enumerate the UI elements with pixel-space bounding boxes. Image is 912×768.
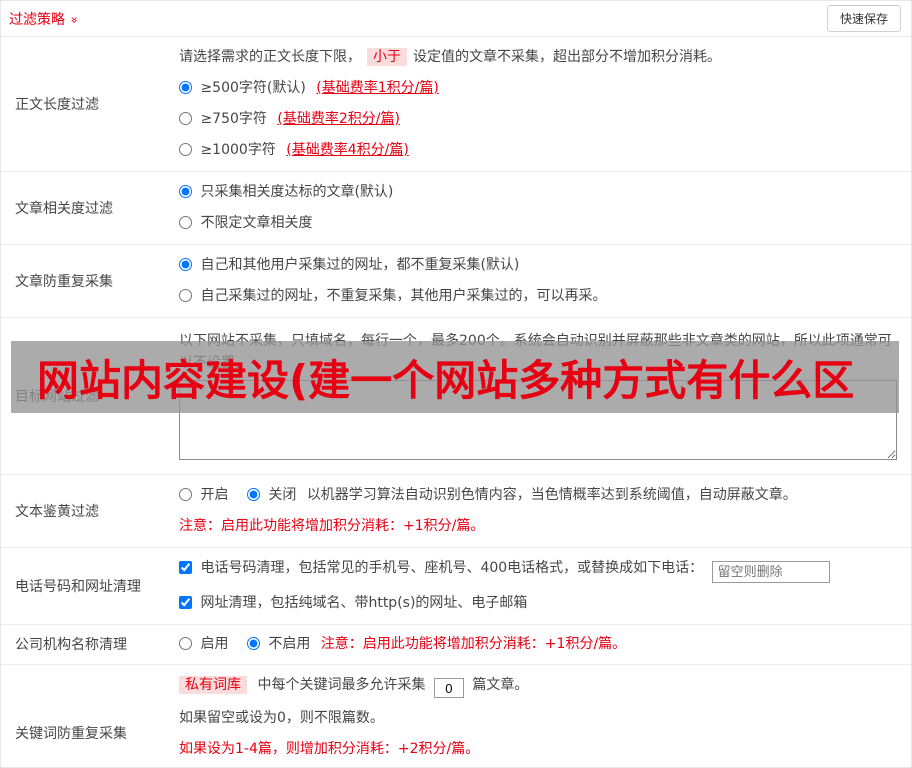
row-phone-url-cleanup: 电话号码和网址清理 电话号码清理，包括常见的手机号、座机号、400电话格式，或替… bbox=[1, 548, 911, 625]
porn-radio-on[interactable] bbox=[179, 488, 192, 501]
relevance-radio-strict[interactable] bbox=[179, 185, 192, 198]
length-option-750-label: ≥750字符 bbox=[200, 111, 267, 127]
phone-cleanup-option[interactable]: 电话号码清理，包括常见的手机号、座机号、400电话格式，或替换成如下电话： bbox=[179, 560, 708, 576]
porn-radio-off[interactable] bbox=[246, 488, 260, 501]
phone-cleanup-checkbox[interactable] bbox=[179, 561, 192, 574]
length-option-1000-label: ≥1000字符 bbox=[200, 142, 276, 158]
section-title: 过滤策略 bbox=[9, 11, 65, 28]
porn-filter-label: 文本鉴黄过滤 bbox=[15, 504, 99, 520]
relevance-radio-any[interactable] bbox=[179, 216, 192, 229]
porn-filter-note: 注意：启用此功能将增加积分消耗：+1积分/篇。 bbox=[179, 518, 485, 534]
company-cleanup-label: 公司机构名称清理 bbox=[15, 637, 127, 653]
dedup-option-global-label: 自己和其他用户采集过的网址，都不重复采集(默认) bbox=[200, 257, 520, 273]
row-company-cleanup: 公司机构名称清理 启用 不启用 注意：启用此功能将增加积分消耗：+1积分/篇。 bbox=[1, 625, 911, 665]
length-option-1000[interactable]: ≥1000字符 (基础费率4积分/篇) bbox=[179, 142, 409, 158]
porn-option-off[interactable]: 关闭 bbox=[246, 487, 301, 503]
dedup-option-global[interactable]: 自己和其他用户采集过的网址，都不重复采集(默认) bbox=[179, 257, 519, 273]
company-option-on-label: 启用 bbox=[200, 635, 229, 652]
phone-cleanup-label: 电话号码清理，包括常见的手机号、座机号、400电话格式，或替换成如下电话： bbox=[200, 560, 704, 576]
watermark-overlay: 网站内容建设(建一个网站多种方式有什么区 bbox=[11, 341, 899, 413]
length-filter-desc: 请选择需求的正文长度下限， 小于 设定值的文章不采集，超出部分不增加积分消耗。 bbox=[179, 48, 721, 66]
company-option-off[interactable]: 不启用 bbox=[246, 635, 315, 652]
length-option-750-note: (基础费率2积分/篇) bbox=[277, 111, 400, 127]
dedup-radio-global[interactable] bbox=[179, 258, 192, 271]
company-option-on[interactable]: 启用 bbox=[179, 636, 233, 652]
length-option-500-note: (基础费率1积分/篇) bbox=[316, 80, 439, 96]
keyword-max-count-input[interactable] bbox=[433, 678, 464, 698]
length-option-500-label: ≥500字符(默认) bbox=[200, 80, 306, 96]
porn-filter-desc: 以机器学习算法自动识别色情内容，当色情概率达到系统阈值，自动屏蔽文章。 bbox=[306, 487, 797, 503]
quick-save-button[interactable]: 快速保存 bbox=[826, 5, 901, 32]
keyword-dedup-label: 关键词防重复采集 bbox=[15, 725, 127, 742]
company-radio-on[interactable] bbox=[179, 636, 192, 650]
url-cleanup-option[interactable]: 网址清理，包括纯域名、带http(s)的网址、电子邮箱 bbox=[179, 595, 527, 611]
length-option-500[interactable]: ≥500字符(默认) (基础费率1积分/篇) bbox=[179, 80, 439, 96]
relevance-option-strict[interactable]: 只采集相关度达标的文章(默认) bbox=[179, 184, 393, 200]
replacement-phone-input[interactable] bbox=[711, 560, 830, 583]
row-keyword-dedup: 关键词防重复采集 私有词库 中每个关键词最多允许采集 篇文章。 如果留空或设为0… bbox=[1, 665, 911, 768]
url-cleanup-checkbox[interactable] bbox=[179, 595, 192, 609]
filter-settings-panel: 过滤策略 » 快速保存 正文长度过滤 请选择需求的正文长度下限， 小于 设定值的文章… bbox=[0, 0, 912, 768]
row-porn-filter: 文本鉴黄过滤 开启 关闭 以机器学习算法自动识别色情内容，当色情概率达到系统阈值… bbox=[1, 475, 911, 548]
dedup-option-own-label: 自己采集过的网址，不重复采集，其他用户采集过的，可以再采。 bbox=[200, 288, 607, 304]
dedup-option-own[interactable]: 自己采集过的网址，不重复采集，其他用户采集过的，可以再采。 bbox=[179, 288, 606, 304]
dedup-filter-label: 文章防重复采集 bbox=[15, 274, 113, 290]
length-radio-1000[interactable] bbox=[179, 143, 192, 156]
length-option-750[interactable]: ≥750字符 (基础费率2积分/篇) bbox=[179, 111, 400, 127]
relevance-option-any[interactable]: 不限定文章相关度 bbox=[179, 215, 312, 231]
porn-option-off-label: 关闭 bbox=[268, 487, 297, 503]
less-than-highlight: 小于 bbox=[367, 48, 407, 66]
dedup-radio-own[interactable] bbox=[179, 289, 192, 302]
row-relevance-filter: 文章相关度过滤 只采集相关度达标的文章(默认) 不限定文章相关度 bbox=[1, 172, 911, 245]
length-filter-label: 正文长度过滤 bbox=[15, 97, 99, 113]
length-option-1000-note: (基础费率4积分/篇) bbox=[286, 142, 409, 158]
company-option-off-label: 不启用 bbox=[268, 635, 311, 652]
length-radio-500[interactable] bbox=[179, 81, 192, 94]
porn-option-on-label: 开启 bbox=[200, 487, 229, 503]
company-cleanup-note: 注意：启用此功能将增加积分消耗：+1积分/篇。 bbox=[320, 635, 627, 652]
porn-option-on[interactable]: 开启 bbox=[179, 487, 233, 503]
watermark-text: 网站内容建设(建一个网站多种方式有什么区 bbox=[37, 355, 855, 405]
row-dedup-filter: 文章防重复采集 自己和其他用户采集过的网址，都不重复采集(默认) 自己采集过的网… bbox=[1, 245, 911, 318]
keyword-note-zero: 如果留空或设为0，则不限篇数。 bbox=[179, 710, 384, 726]
relevance-option-any-label: 不限定文章相关度 bbox=[200, 215, 313, 231]
length-radio-750[interactable] bbox=[179, 112, 192, 125]
private-lexicon-highlight: 私有词库 bbox=[179, 675, 247, 694]
url-cleanup-label: 网址清理，包括纯域名、带http(s)的网址、电子邮箱 bbox=[200, 594, 528, 611]
keyword-limit-unit: 篇文章。 bbox=[472, 676, 529, 693]
relevance-filter-label: 文章相关度过滤 bbox=[15, 201, 113, 217]
phone-url-cleanup-label: 电话号码和网址清理 bbox=[15, 578, 141, 595]
keyword-note-cost: 如果设为1-4篇，则增加积分消耗：+2积分/篇。 bbox=[179, 741, 480, 757]
row-length-filter: 正文长度过滤 请选择需求的正文长度下限， 小于 设定值的文章不采集，超出部分不增加积… bbox=[1, 37, 911, 172]
double-chevron-down-icon: » bbox=[68, 15, 83, 24]
relevance-option-strict-label: 只采集相关度达标的文章(默认) bbox=[200, 184, 394, 200]
keyword-limit-text: 中每个关键词最多允许采集 bbox=[257, 676, 426, 693]
section-title-toggle[interactable]: 过滤策略 » bbox=[9, 9, 83, 29]
panel-header: 过滤策略 » 快速保存 bbox=[1, 1, 911, 37]
company-radio-off[interactable] bbox=[246, 636, 260, 650]
